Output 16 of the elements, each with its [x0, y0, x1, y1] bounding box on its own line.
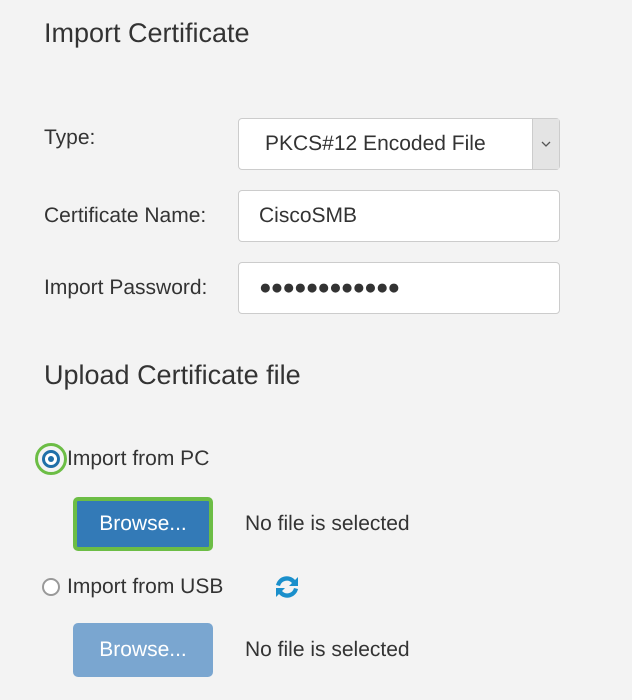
radio-label: Import from USB: [67, 575, 224, 599]
field-label: Import Password:: [44, 276, 208, 300]
type-select[interactable]: PKCS#12 Encoded File: [238, 118, 560, 170]
browse-button[interactable]: Browse...: [73, 497, 213, 551]
radio-button[interactable]: [42, 578, 60, 596]
field-label: Type:: [44, 125, 96, 150]
chevron-down-icon: [541, 141, 551, 147]
file-status: No file is selected: [245, 638, 410, 662]
field-label: Certificate Name:: [44, 204, 208, 228]
page-title: Import Certificate: [44, 18, 251, 49]
section-title: Upload Certificate file: [44, 360, 302, 391]
file-status: No file is selected: [245, 512, 410, 536]
input-field[interactable]: ●●●●●●●●●●●●: [238, 262, 560, 314]
input-field[interactable]: CiscoSMB: [238, 190, 560, 242]
radio-button[interactable]: [35, 443, 67, 475]
radio-label: Import from PC: [67, 447, 210, 471]
